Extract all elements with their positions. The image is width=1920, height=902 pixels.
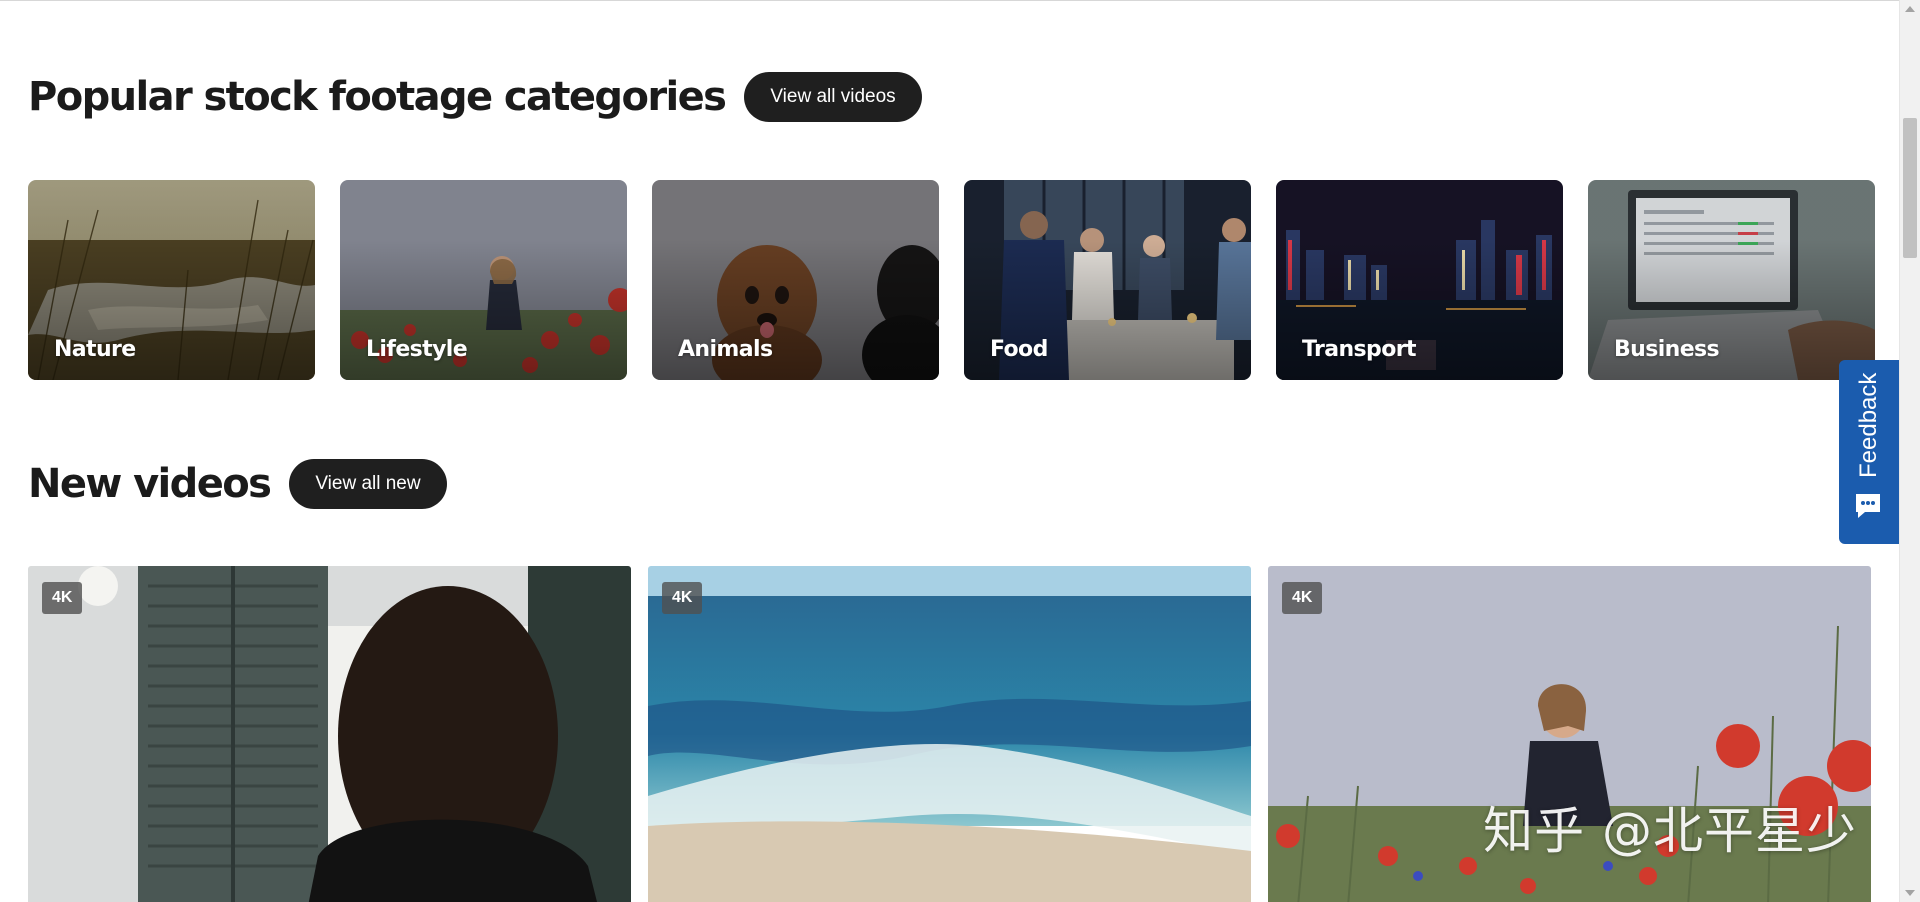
feedback-tab[interactable]: Feedback — [1839, 360, 1899, 544]
categories-title: Popular stock footage categories — [28, 74, 727, 120]
category-card-food[interactable]: Food — [964, 180, 1251, 380]
feedback-label: Feedback — [1855, 372, 1882, 478]
view-all-videos-button[interactable]: View all videos — [744, 72, 922, 122]
category-label: Business — [1614, 337, 1720, 362]
video-card[interactable]: 4K — [648, 566, 1251, 902]
view-all-new-button[interactable]: View all new — [289, 459, 447, 509]
scroll-up-arrow-icon[interactable] — [1905, 6, 1915, 12]
video-card[interactable]: 4K 知乎 @北平星少 — [1268, 566, 1871, 902]
video-thumbnail — [28, 566, 631, 902]
new-videos-header: New videos View all new — [28, 459, 447, 509]
page: Popular stock footage categories View al… — [0, 0, 1899, 902]
category-card-lifestyle[interactable]: Lifestyle — [340, 180, 627, 380]
category-card-business[interactable]: Business — [1588, 180, 1875, 380]
category-label: Food — [990, 337, 1048, 362]
category-label: Nature — [54, 337, 136, 362]
category-label: Lifestyle — [366, 337, 468, 362]
watermark-text: 知乎 @北平星少 — [1483, 802, 1857, 860]
category-label: Transport — [1302, 337, 1416, 362]
video-card[interactable]: 4K — [28, 566, 631, 902]
new-videos-title: New videos — [28, 461, 272, 507]
resolution-badge: 4K — [1282, 582, 1323, 614]
top-divider — [0, 0, 1899, 1]
scrollbar-thumb[interactable] — [1903, 118, 1917, 258]
new-videos-list: 4K 4K 4K 知乎 @北平星少 — [28, 566, 1871, 902]
category-card-animals[interactable]: Animals — [652, 180, 939, 380]
category-card-nature[interactable]: Nature — [28, 180, 315, 380]
categories-header: Popular stock footage categories View al… — [28, 72, 922, 122]
resolution-badge: 4K — [42, 582, 83, 614]
category-list: Nature Lifestyle Animals Food Transport … — [28, 180, 1875, 380]
category-label: Animals — [678, 337, 773, 362]
category-card-transport[interactable]: Transport — [1276, 180, 1563, 380]
chat-bubble-icon — [1856, 494, 1880, 518]
video-thumbnail — [648, 566, 1251, 902]
resolution-badge: 4K — [662, 582, 703, 614]
scroll-down-arrow-icon[interactable] — [1905, 890, 1915, 896]
scrollbar[interactable] — [1899, 0, 1920, 902]
